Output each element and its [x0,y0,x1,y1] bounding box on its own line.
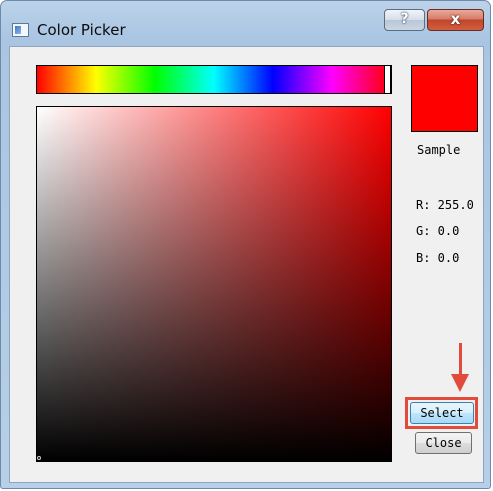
window-close-button[interactable]: x [427,9,484,31]
blue-value: B: 0.0 [416,251,460,265]
red-value: R: 255.0 [416,198,474,212]
close-button[interactable]: Close [415,432,472,454]
arrow-head [451,374,469,392]
select-button[interactable]: Select [410,402,474,424]
sample-color-swatch [411,65,478,132]
sample-label: Sample [417,143,461,157]
dialog-client-area: Sample R: 255.0 G: 0.0 B: 0.0 Select Clo… [9,46,484,483]
help-button[interactable]: ? [384,9,425,31]
hue-slider-handle[interactable] [384,65,391,94]
color-cursor[interactable] [37,456,41,460]
hue-slider[interactable] [36,65,392,94]
saturation-value-square[interactable] [36,106,392,462]
color-picker-window: Color Picker ? x Sample R: 255.0 G: 0.0 … [0,0,491,489]
green-value: G: 0.0 [416,224,460,238]
window-title: Color Picker [37,21,126,39]
app-window-icon [12,23,29,37]
title-bar[interactable]: Color Picker ? x [1,1,490,47]
